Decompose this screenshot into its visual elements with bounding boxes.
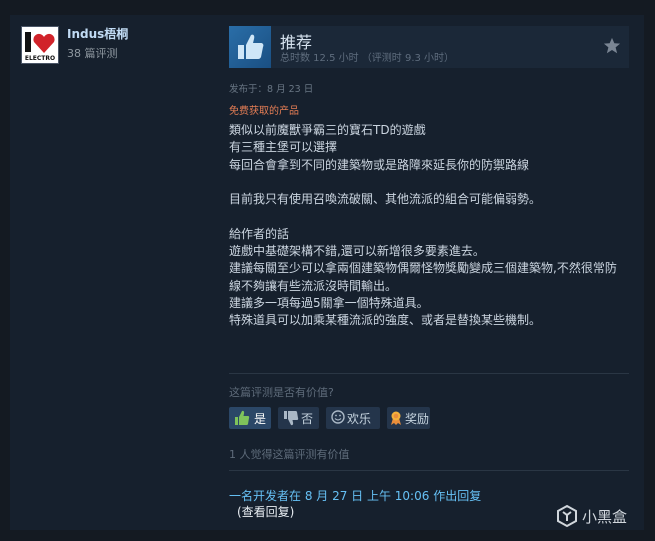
- author-name[interactable]: Indus梧桐: [67, 25, 128, 42]
- xiaoheihe-logo-icon: [557, 504, 577, 528]
- watermark-text: 小黑盒: [582, 508, 628, 526]
- author-review-count[interactable]: 38 篇评测: [67, 45, 118, 61]
- review-body: 類似以前魔獸爭霸三的寶石TD的遊戲 有三種主堡可以選擇 每回合會拿到不同的建築物…: [229, 123, 617, 328]
- smiley-icon: [331, 410, 345, 424]
- playtime: 总时数 12.5 小时 （评测时 9.3 小时）: [280, 53, 455, 64]
- thumbs-up-icon: [229, 26, 271, 68]
- free-product-label: 免费获取的产品: [229, 106, 299, 117]
- helpful-question: 这篇评测是否有价值?: [229, 386, 334, 399]
- avatar[interactable]: ELECTRO: [21, 26, 59, 64]
- posted-date: 发布于：8 月 23 日: [229, 84, 314, 95]
- award-ribbon-icon: [391, 411, 401, 425]
- divider: [229, 373, 629, 374]
- vote-funny-label: 欢乐: [347, 412, 372, 426]
- vote-yes-button[interactable]: 是: [229, 407, 271, 429]
- vote-no-label: 否: [301, 412, 314, 426]
- avatar-text: ELECTRO: [25, 55, 55, 62]
- star-icon[interactable]: [603, 37, 621, 55]
- view-reply-link[interactable]: (查看回复): [237, 503, 294, 520]
- electro-heart-logo: ELECTRO: [25, 32, 55, 62]
- award-label: 奖励: [405, 412, 430, 426]
- developer-reply-notice[interactable]: 一名开发者在 8 月 27 日 上午 10:06 作出回复: [229, 487, 481, 504]
- award-button[interactable]: 奖励: [387, 407, 430, 429]
- vote-funny-button[interactable]: 欢乐: [326, 407, 380, 429]
- divider: [229, 470, 629, 471]
- thumbs-up-icon: [235, 410, 250, 425]
- recommendation-header: 推荐 总时数 12.5 小时 （评测时 9.3 小时）: [229, 26, 629, 68]
- vote-yes-label: 是: [254, 412, 267, 426]
- thumbs-down-icon: [284, 411, 299, 426]
- vote-no-button[interactable]: 否: [278, 407, 319, 429]
- helpful-count: 1 人觉得这篇评测有价值: [229, 448, 350, 461]
